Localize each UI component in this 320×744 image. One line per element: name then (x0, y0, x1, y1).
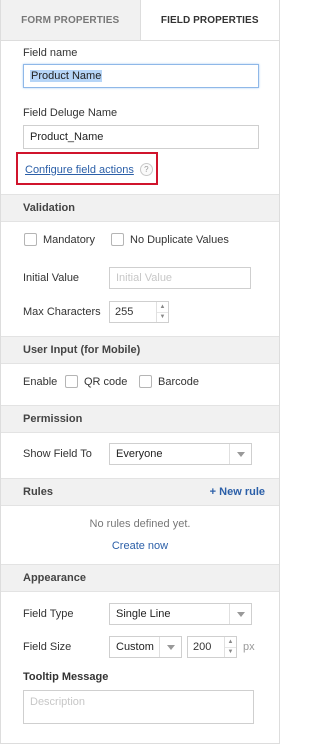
user-input-header: User Input (for Mobile) (1, 336, 279, 364)
mandatory-checkbox[interactable] (24, 233, 37, 246)
tooltip-message-label: Tooltip Message (23, 671, 109, 683)
properties-tabs: FORM PROPERTIES FIELD PROPERTIES (1, 0, 279, 41)
chevron-down-icon (229, 604, 251, 624)
show-field-to-select[interactable]: Everyone (109, 443, 252, 465)
increment-icon[interactable]: ▲ (225, 637, 236, 648)
rules-header-label: Rules (23, 486, 53, 498)
field-size-unit: px (243, 641, 255, 653)
field-size-value: Custom (116, 641, 154, 653)
barcode-checkbox[interactable] (139, 375, 152, 388)
no-duplicates-checkbox[interactable] (111, 233, 124, 246)
field-size-stepper[interactable]: 200 ▲ ▼ (187, 636, 237, 658)
permission-header-label: Permission (23, 413, 83, 425)
field-name-label: Field name (23, 47, 78, 59)
create-now-link[interactable]: Create now (1, 540, 279, 552)
no-duplicates-label: No Duplicate Values (130, 233, 229, 246)
initial-value-placeholder: Initial Value (116, 272, 173, 284)
appearance-header: Appearance (1, 564, 279, 592)
field-type-select[interactable]: Single Line (109, 603, 252, 625)
max-characters-stepper[interactable]: 255 ▲ ▼ (109, 301, 169, 323)
max-characters-label: Max Characters (23, 306, 101, 318)
deluge-name-label: Field Deluge Name (23, 107, 118, 119)
show-field-to-value: Everyone (116, 448, 163, 460)
max-characters-value: 255 (115, 306, 134, 318)
decrement-icon[interactable]: ▼ (225, 648, 236, 658)
qr-code-checkbox[interactable] (65, 375, 78, 388)
new-rule-link[interactable]: + New rule (210, 486, 265, 498)
chevron-down-icon (229, 444, 251, 464)
field-size-number: 200 (193, 641, 212, 653)
no-duplicates-option[interactable]: No Duplicate Values (111, 233, 229, 246)
qr-code-option[interactable]: QR code (65, 375, 127, 388)
field-size-label: Field Size (23, 641, 72, 653)
increment-icon[interactable]: ▲ (157, 302, 168, 313)
field-type-value: Single Line (116, 608, 171, 620)
validation-header: Validation (1, 194, 279, 222)
decrement-icon[interactable]: ▼ (157, 313, 168, 323)
deluge-name-value: Product_Name (30, 131, 104, 143)
field-name-value: Product Name (30, 70, 103, 82)
configure-actions-row: Configure field actions ? (25, 163, 153, 176)
field-type-label: Field Type (23, 608, 74, 620)
barcode-label: Barcode (158, 375, 199, 388)
tab-field-properties[interactable]: FIELD PROPERTIES (140, 0, 279, 40)
field-properties-panel: FORM PROPERTIES FIELD PROPERTIES Field n… (0, 0, 280, 744)
chevron-down-icon (159, 637, 181, 657)
configure-field-actions-link[interactable]: Configure field actions (25, 164, 134, 176)
initial-value-input[interactable]: Initial Value (109, 267, 251, 289)
permission-header: Permission (1, 405, 279, 433)
barcode-option[interactable]: Barcode (139, 375, 199, 388)
qr-code-label: QR code (84, 375, 128, 388)
mandatory-option[interactable]: Mandatory (24, 233, 95, 246)
mandatory-label: Mandatory (43, 233, 95, 246)
tooltip-placeholder: Description (30, 696, 86, 708)
enable-label: Enable (23, 376, 58, 388)
field-name-input[interactable]: Product Name (23, 64, 259, 88)
initial-value-label: Initial Value (23, 272, 80, 284)
show-field-to-label: Show Field To (23, 448, 92, 460)
no-rules-text: No rules defined yet. (89, 518, 191, 530)
tooltip-message-input[interactable]: Description (23, 690, 254, 724)
appearance-header-label: Appearance (23, 572, 86, 584)
field-size-select[interactable]: Custom (109, 636, 182, 658)
validation-header-label: Validation (23, 202, 75, 214)
user-input-header-label: User Input (for Mobile) (23, 344, 141, 356)
deluge-name-input[interactable]: Product_Name (23, 125, 259, 149)
rules-header: Rules + New rule (1, 478, 279, 506)
tab-form-properties[interactable]: FORM PROPERTIES (1, 0, 141, 40)
help-icon[interactable]: ? (139, 163, 153, 176)
